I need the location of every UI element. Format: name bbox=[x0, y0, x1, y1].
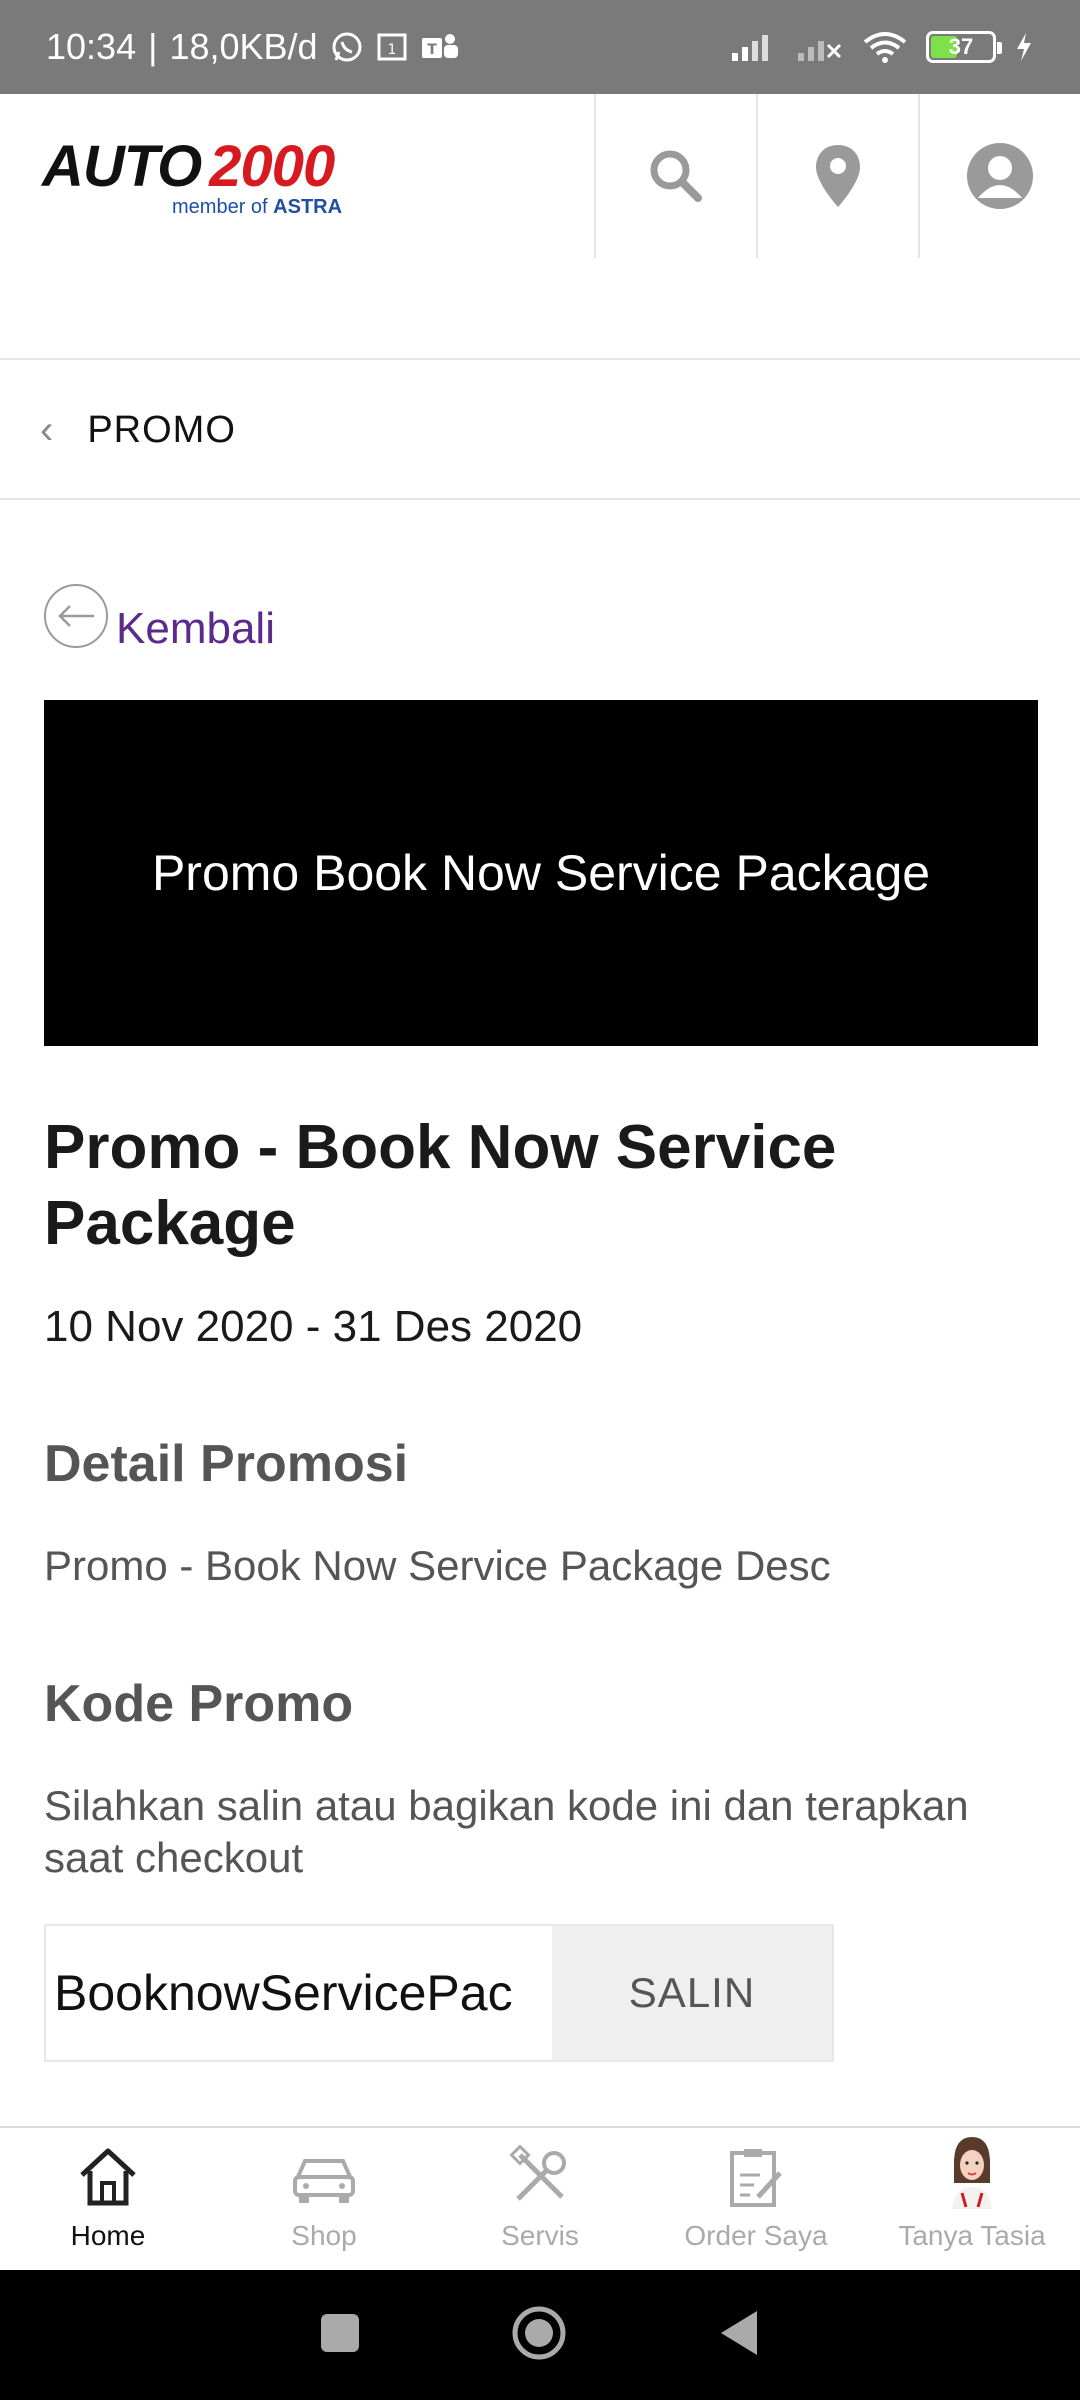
nav-shop[interactable]: Shop bbox=[216, 2128, 432, 2270]
order-icon bbox=[724, 2145, 788, 2214]
account-icon bbox=[966, 142, 1034, 210]
nav-servis[interactable]: Servis bbox=[432, 2128, 648, 2270]
location-icon bbox=[813, 143, 863, 209]
promo-code-field[interactable]: BooknowServicePac bbox=[46, 1926, 552, 2060]
location-button[interactable] bbox=[756, 94, 918, 258]
app-header: AUTO 2000 member of ASTRA bbox=[0, 94, 1080, 258]
back-label: Kembali bbox=[116, 604, 275, 653]
code-instructions: Silahkan salin atau bagikan kode ini dan… bbox=[44, 1782, 969, 1881]
signal-no-service-icon bbox=[796, 31, 844, 63]
battery-level: 37 bbox=[948, 34, 974, 59]
network-speed: 18,0KB/d bbox=[169, 26, 318, 67]
calendar-icon: 1 bbox=[376, 31, 408, 63]
status-bar: 10:34 | 18,0KB/d 1 T 37 bbox=[0, 0, 1080, 94]
account-button[interactable] bbox=[918, 94, 1080, 258]
home-button[interactable] bbox=[511, 2305, 567, 2366]
signal-icon bbox=[730, 31, 778, 63]
home-icon bbox=[76, 2145, 140, 2214]
detail-text: Promo - Book Now Service Package Desc bbox=[44, 1542, 831, 1589]
chevron-left-icon: ‹ bbox=[40, 407, 54, 452]
system-navigation-bar bbox=[0, 2270, 1080, 2400]
breadcrumb[interactable]: ‹ PROMO bbox=[0, 360, 1080, 500]
svg-text:1: 1 bbox=[387, 42, 396, 58]
code-heading: Kode Promo bbox=[44, 1675, 354, 1733]
auto2000-logo[interactable]: AUTO 2000 member of ASTRA bbox=[0, 94, 594, 258]
back-link[interactable]: Kembali bbox=[44, 584, 275, 653]
battery-icon: 37 bbox=[926, 31, 1002, 63]
breadcrumb-label: PROMO bbox=[87, 408, 236, 451]
recents-button[interactable] bbox=[319, 2312, 361, 2359]
search-icon bbox=[646, 146, 706, 206]
tools-icon bbox=[508, 2144, 572, 2214]
teams-icon: T bbox=[420, 30, 460, 64]
breadcrumb-divider bbox=[0, 498, 1080, 500]
promo-code-box: BooknowServicePac SALIN bbox=[44, 1924, 834, 2062]
detail-heading: Detail Promosi bbox=[44, 1435, 409, 1493]
promo-banner: Promo Book Now Service Package bbox=[44, 700, 1038, 1046]
car-icon bbox=[289, 2145, 359, 2214]
search-button[interactable] bbox=[594, 94, 756, 258]
back-button[interactable] bbox=[717, 2309, 761, 2362]
nav-order-saya[interactable]: Order Saya bbox=[648, 2128, 864, 2270]
copy-button[interactable]: SALIN bbox=[552, 1926, 832, 2060]
arrow-left-icon bbox=[44, 584, 108, 648]
wifi-icon bbox=[862, 30, 908, 64]
promo-title: Promo - Book Now Service Package bbox=[44, 1113, 837, 1258]
promo-dates: 10 Nov 2020 - 31 Des 2020 bbox=[44, 1302, 583, 1351]
nav-tanya-tasia[interactable]: Tanya Tasia bbox=[864, 2128, 1080, 2270]
status-time: 10:34 bbox=[46, 26, 137, 67]
bottom-navigation: Home Shop Servis Order Saya Tanya Tasia bbox=[0, 2126, 1080, 2270]
nav-home[interactable]: Home bbox=[0, 2128, 216, 2270]
banner-text: Promo Book Now Service Package bbox=[151, 845, 931, 901]
assistant-avatar-icon bbox=[940, 2133, 1004, 2214]
whatsapp-icon bbox=[330, 30, 364, 64]
charging-icon bbox=[1014, 31, 1034, 63]
svg-text:T: T bbox=[427, 42, 437, 58]
